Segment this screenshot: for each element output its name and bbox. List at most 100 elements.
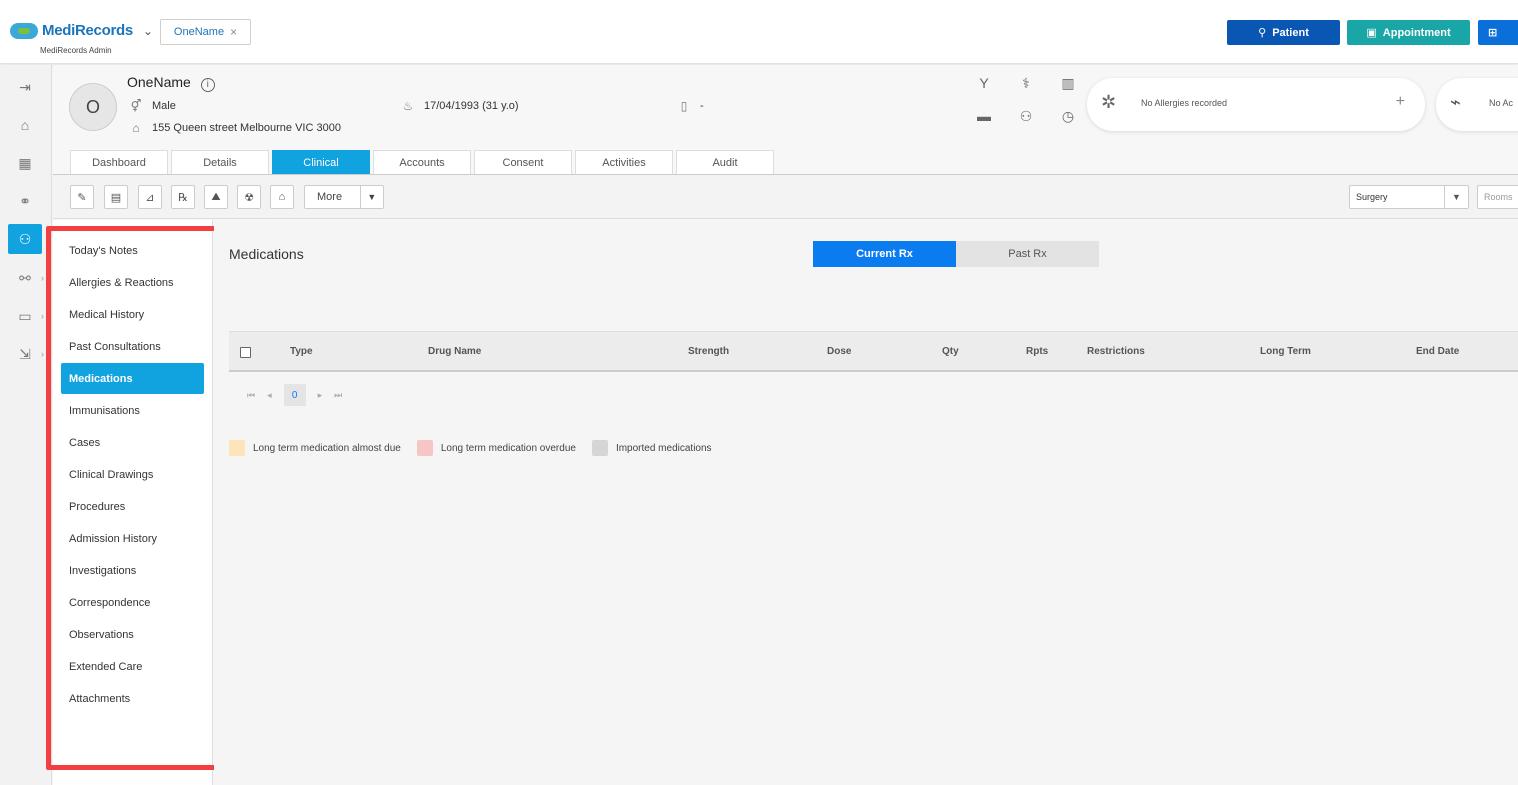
page-title: Medications [229, 246, 304, 262]
tab-audit[interactable]: Audit [676, 150, 774, 174]
credit-card-icon[interactable]: ▬ [963, 108, 1005, 125]
nav-attachments[interactable]: Attachments [61, 683, 204, 714]
open-patient-tab-label: OneName [173, 26, 225, 38]
column-rpts[interactable]: Rpts [1026, 346, 1048, 357]
add-appointment-label: Appointment [1382, 26, 1451, 39]
info-icon[interactable]: i [200, 78, 215, 92]
nav-allergies-reactions[interactable]: Allergies & Reactions [61, 267, 204, 298]
nav-admission-history[interactable]: Admission History [61, 523, 204, 554]
allergen-icon: ✲ [1101, 92, 1117, 112]
nav-clinical-drawings[interactable]: Clinical Drawings [61, 459, 204, 490]
patient-dob: 17/04/1993 (31 y.o) [424, 100, 519, 112]
prev-page-icon[interactable]: ◂ [267, 390, 272, 401]
last-page-icon[interactable]: ⏭ [334, 390, 342, 401]
tab-dashboard[interactable]: Dashboard [70, 150, 168, 174]
edit-note-icon[interactable]: ✎ [70, 185, 94, 209]
clinical-sidebar: Today's Notes Allergies & Reactions Medi… [53, 220, 213, 785]
app-logo[interactable]: MediRecords ⌄ [10, 22, 153, 39]
alerts-status: No Ac [1489, 98, 1514, 108]
cocktail-icon[interactable]: Y [963, 75, 1005, 92]
tab-activities[interactable]: Activities [575, 150, 673, 174]
nav-extended-care[interactable]: Extended Care [61, 651, 204, 682]
select-all-checkbox[interactable] [240, 347, 251, 358]
medications-panel: Medications Current Rx Past Rx Type Drug… [214, 220, 1518, 785]
past-rx-button[interactable]: Past Rx [956, 241, 1099, 267]
patients-icon[interactable]: ⚇ [8, 224, 42, 254]
first-page-icon[interactable]: ⏮ [247, 390, 255, 401]
chevron-down-icon[interactable]: ▼ [359, 186, 383, 208]
open-patient-tab[interactable]: OneName × [160, 19, 251, 45]
logo-subtitle: MediRecords Admin [40, 46, 112, 55]
syringe-icon[interactable]: ⚕ [1005, 75, 1047, 92]
legend-item: Long term medication overdue [416, 440, 576, 456]
column-long-term[interactable]: Long Term [1260, 346, 1311, 357]
rooms-select[interactable]: Rooms [1477, 185, 1518, 209]
column-type[interactable]: Type [290, 346, 313, 357]
surgery-select[interactable]: Surgery ▼ [1349, 185, 1469, 209]
chart-icon[interactable]: ⊿ [138, 185, 162, 209]
address-row: ⌂ 155 Queen street Melbourne VIC 3000 [129, 121, 341, 135]
legend-item: Long term medication almost due [229, 440, 401, 456]
column-end-date[interactable]: End Date [1416, 346, 1459, 357]
folder-icon[interactable]: ▭ › [8, 301, 44, 331]
nav-observations[interactable]: Observations [61, 619, 204, 650]
current-rx-button[interactable]: Current Rx [813, 241, 956, 267]
third-action-button[interactable]: ⊞ [1478, 20, 1518, 45]
allergies-card[interactable]: ✲ No Allergies recorded + [1087, 78, 1425, 131]
dob-row: ♨ 17/04/1993 (31 y.o) [401, 99, 519, 113]
tab-details[interactable]: Details [171, 150, 269, 174]
column-qty[interactable]: Qty [942, 346, 959, 357]
group-icon[interactable]: ⚯ › [8, 263, 44, 293]
add-patient-button[interactable]: ⚲ Patient [1227, 20, 1340, 45]
next-page-icon[interactable]: ▸ [318, 390, 323, 401]
nav-todays-notes[interactable]: Today's Notes [61, 235, 204, 266]
family-icon[interactable]: ⚇ [1005, 108, 1047, 125]
column-dose[interactable]: Dose [827, 346, 851, 357]
tab-consent[interactable]: Consent [474, 150, 572, 174]
nav-investigations[interactable]: Investigations [61, 555, 204, 586]
top-bar: MediRecords ⌄ MediRecords Admin OneName … [0, 0, 1518, 64]
alerts-card[interactable]: ⌁ No Ac [1436, 78, 1518, 131]
column-restrictions[interactable]: Restrictions [1087, 346, 1145, 357]
header-quick-icons: Y ⚕ ▥ ▬ ⚇ ◷ [963, 75, 1089, 125]
tab-clinical[interactable]: Clinical [272, 150, 370, 174]
calendar-clock-icon[interactable]: ◷ [1047, 108, 1089, 125]
folder-export-icon[interactable]: ⇲ › [8, 339, 44, 369]
legend-item: Imported medications [591, 440, 712, 456]
more-dropdown[interactable]: More ▼ [304, 185, 384, 209]
mobile-phone-icon: ▯ [680, 99, 688, 113]
nav-correspondence[interactable]: Correspondence [61, 587, 204, 618]
nav-procedures[interactable]: Procedures [61, 491, 204, 522]
column-drug-name[interactable]: Drug Name [428, 346, 481, 357]
hospital-icon[interactable]: ▥ [1047, 75, 1089, 92]
add-appointment-button[interactable]: ▣ Appointment [1347, 20, 1470, 45]
chevron-down-icon[interactable]: ▼ [1444, 186, 1468, 208]
nav-cases[interactable]: Cases [61, 427, 204, 458]
chevron-down-icon[interactable]: ⌄ [143, 24, 153, 38]
prescription-icon[interactable]: ℞ [171, 185, 195, 209]
calendar-icon[interactable]: ▦ [8, 148, 42, 178]
document-icon[interactable]: ▤ [104, 185, 128, 209]
nav-medications[interactable]: Medications [61, 363, 204, 394]
education-icon[interactable]: ⌂ [270, 185, 294, 209]
add-patient-label: Patient [1272, 26, 1309, 39]
add-allergy-icon[interactable]: + [1396, 93, 1405, 111]
nav-immunisations[interactable]: Immunisations [61, 395, 204, 426]
birthday-cake-icon: ♨ [402, 99, 414, 113]
tab-accounts[interactable]: Accounts [373, 150, 471, 174]
home-icon[interactable]: ⌂ [8, 110, 42, 140]
radiation-icon[interactable]: ☢ [237, 185, 261, 209]
column-strength[interactable]: Strength [688, 346, 729, 357]
close-icon[interactable]: × [230, 25, 237, 39]
legend-swatch-overdue [416, 440, 433, 456]
expand-menu-icon[interactable]: ⇥ [8, 72, 42, 102]
current-page[interactable]: 0 [283, 384, 306, 406]
logo-cloud-icon [10, 22, 38, 39]
home-address-icon: ⌂ [132, 121, 140, 135]
left-rail: ⇥ ⌂ ▦ ⚭ ⚇ ⚯ › ▭ › ⇲ › [0, 65, 52, 785]
image-icon[interactable]: ⛰ [204, 185, 228, 209]
medication-legend: Long term medication almost due Long ter… [229, 440, 728, 456]
network-icon[interactable]: ⚭ [8, 186, 42, 216]
nav-past-consultations[interactable]: Past Consultations [61, 331, 204, 362]
nav-medical-history[interactable]: Medical History [61, 299, 204, 330]
